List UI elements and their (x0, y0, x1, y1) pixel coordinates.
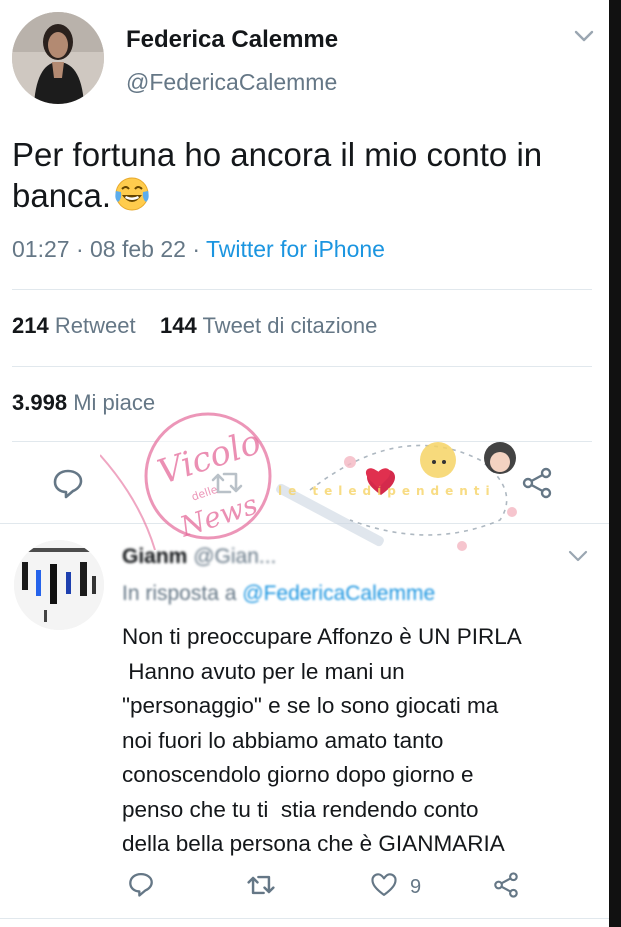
divider (12, 441, 592, 442)
reply-text-line: Hanno avuto per le mani un (122, 658, 405, 684)
like-icon[interactable] (364, 466, 398, 500)
retweet-icon[interactable] (246, 870, 276, 900)
retweets-label: Retweet (54, 313, 136, 338)
reply-icon[interactable] (127, 870, 155, 898)
quotes-stat[interactable]: 144 Tweet di citazione (160, 313, 377, 338)
reply-text-line: noi fuori lo abbiamo amato tanto (122, 727, 444, 753)
engagement-stats: 214 Retweet 144 Tweet di citazione (12, 313, 377, 339)
replying-to: In risposta a @FedericaCalemme (122, 582, 435, 606)
tweet-meta: 01:27 · 08 feb 22 · Twitter for iPhone (12, 236, 385, 263)
reply-text: Non ti preoccupare Affonzo è UN PIRLA Ha… (122, 620, 592, 862)
divider (0, 918, 609, 919)
tweet-date: 08 feb 22 (90, 236, 186, 262)
likes-stat[interactable]: 3.998 Mi piace (12, 390, 155, 416)
divider (12, 289, 592, 290)
chevron-down-icon[interactable] (567, 548, 589, 564)
author-handle[interactable]: @FedericaCalemme (126, 69, 337, 96)
reply-author-display-name: Gianm (122, 545, 188, 568)
meta-separator: · (75, 236, 84, 262)
reply-text-line: "personaggio" e se lo sono giocati ma (122, 693, 499, 718)
likes-count: 3.998 (12, 390, 68, 415)
screen-edge (609, 0, 621, 927)
reply-text-line: della bella persona che è GIANMARIA (122, 831, 505, 856)
like-outline-icon[interactable] (370, 871, 398, 899)
reply-author-avatar[interactable] (14, 540, 104, 630)
share-icon[interactable] (492, 871, 520, 899)
share-icon[interactable] (520, 466, 554, 500)
likes-label: Mi piace (73, 390, 156, 415)
replying-to-handle[interactable]: @FedericaCalemme (242, 582, 435, 605)
author-avatar[interactable] (12, 12, 104, 104)
reply-text-line: penso che tu ti stia rendendo conto (122, 796, 479, 822)
reply-icon[interactable] (51, 466, 85, 500)
quotes-count: 144 (160, 313, 197, 338)
meta-separator: · (192, 236, 200, 262)
reply-text-line: Non ti preoccupare Affonzo è UN PIRLA (122, 624, 522, 649)
face-with-tears-of-joy-icon (113, 175, 151, 213)
tweet-text: Per fortuna ho ancora il mio conto in ba… (12, 134, 602, 216)
chevron-down-icon[interactable] (572, 27, 596, 45)
reply-author-handle: @Gian... (193, 545, 277, 568)
reply-text-line: conoscendolo giorno dopo giorno e (122, 762, 474, 787)
tweet-source-link[interactable]: Twitter for iPhone (206, 236, 385, 262)
divider (0, 523, 609, 524)
author-name[interactable]: Federica Calemme (126, 26, 338, 54)
reply-like-count: 9 (410, 876, 422, 898)
tweet-time: 01:27 (12, 236, 70, 262)
divider (12, 366, 592, 367)
retweet-icon[interactable] (210, 466, 244, 500)
replying-to-label: In risposta a (122, 582, 237, 605)
quotes-label: Tweet di citazione (202, 313, 378, 338)
retweets-stat[interactable]: 214 Retweet (12, 313, 136, 338)
retweets-count: 214 (12, 313, 49, 338)
reply-author-name[interactable]: Gianm @Gian... (122, 545, 276, 569)
tweet-text-content: Per fortuna ho ancora il mio conto in ba… (12, 136, 543, 214)
